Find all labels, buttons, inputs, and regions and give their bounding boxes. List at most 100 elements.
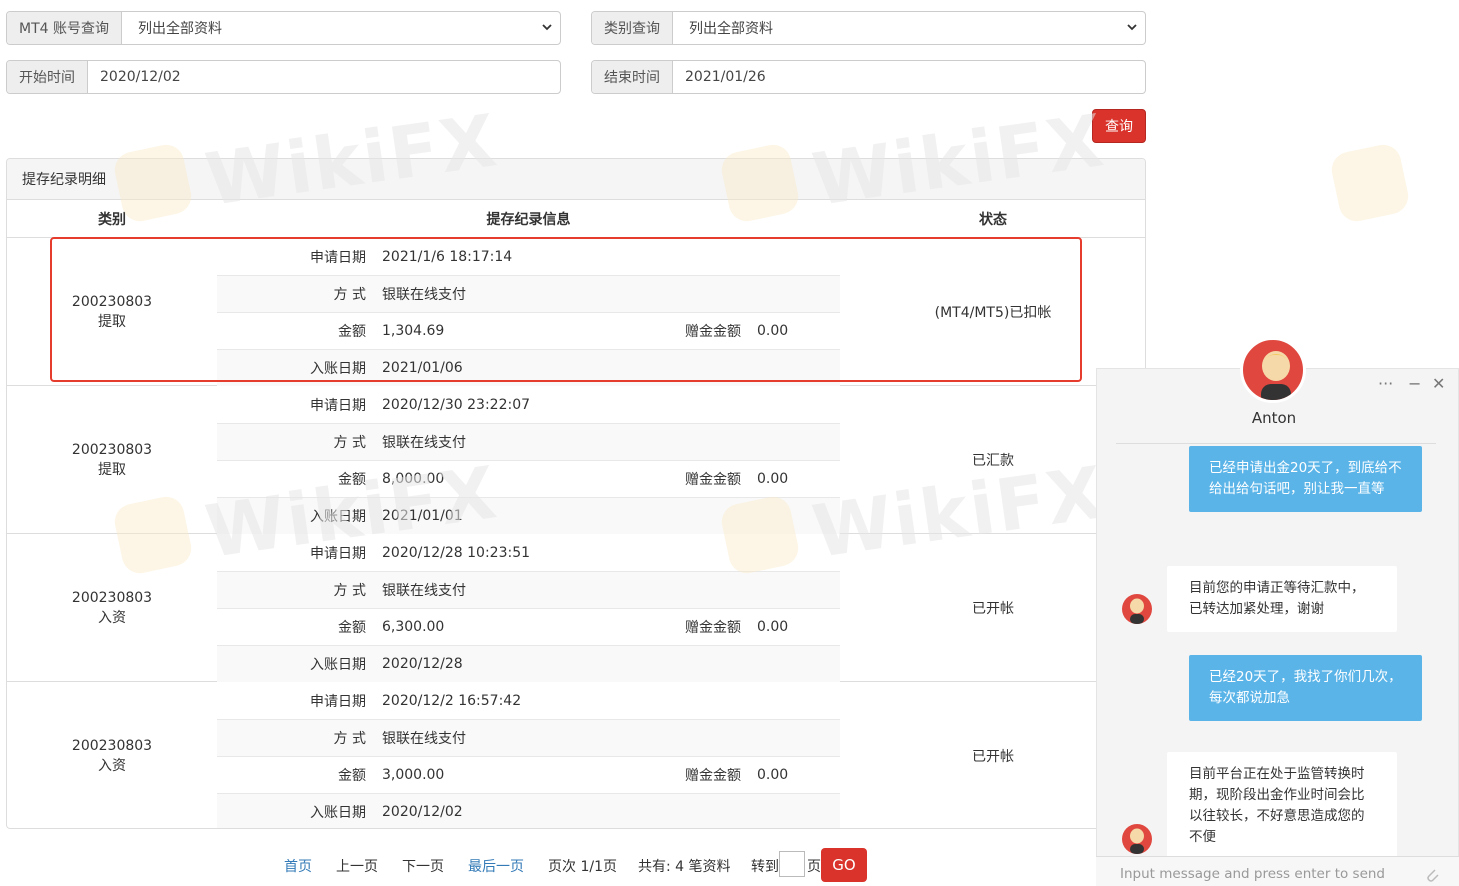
detail-label: 方 式 bbox=[333, 583, 366, 599]
record-detail-row: 入账日期 2020/12/02 bbox=[217, 793, 840, 828]
record-detail-row: 申请日期 2020/12/28 10:23:51 bbox=[217, 534, 840, 571]
record-account: 200230803 bbox=[71, 590, 153, 606]
more-icon[interactable]: ··· bbox=[1378, 374, 1393, 393]
detail-value: 银联在线支付 bbox=[382, 583, 466, 599]
pagination-page-info: 页次 1/1页 bbox=[548, 859, 617, 875]
bonus-value: 0.00 bbox=[757, 471, 789, 487]
category-select-label: 类别查询 bbox=[592, 12, 673, 44]
bonus-value: 0.00 bbox=[757, 619, 789, 635]
detail-label: 方 式 bbox=[333, 731, 366, 747]
category-select-value[interactable]: 列出全部资料 bbox=[673, 12, 1145, 44]
detail-label: 金额 bbox=[338, 472, 366, 488]
record-account: 200230803 bbox=[71, 442, 153, 458]
detail-label: 入账日期 bbox=[310, 657, 366, 673]
account-select[interactable]: MT4 账号查询 列出全部资料 bbox=[6, 11, 561, 45]
watermark-logo bbox=[1328, 141, 1412, 225]
detail-label: 申请日期 bbox=[310, 693, 366, 710]
detail-label: 金额 bbox=[338, 620, 366, 636]
highlight-box bbox=[50, 237, 1082, 382]
record-detail-row: 金额 6,300.00 赠金金额 0.00 bbox=[217, 608, 840, 645]
detail-value: 8,000.00 bbox=[382, 471, 445, 487]
detail-label: 入账日期 bbox=[310, 509, 366, 525]
panel-title: 提存纪录明细 bbox=[7, 159, 1145, 200]
go-button[interactable]: GO bbox=[821, 848, 867, 882]
pagination-last[interactable]: 最后一页 bbox=[468, 856, 524, 876]
detail-value: 2021/01/01 bbox=[382, 508, 463, 524]
pagination-page-unit: 页 bbox=[807, 859, 821, 875]
attachment-icon[interactable] bbox=[1424, 866, 1440, 884]
end-date-input[interactable]: 2021/01/26 bbox=[673, 61, 1145, 93]
agent-avatar-small bbox=[1122, 594, 1152, 624]
bonus-label: 赠金金额 bbox=[685, 620, 741, 636]
record-detail-row: 入账日期 2020/12/28 bbox=[217, 645, 840, 682]
detail-value: 2020/12/2 16:57:42 bbox=[382, 692, 522, 709]
record-category: 200230803 提取 bbox=[7, 386, 217, 534]
record-category: 200230803 入资 bbox=[7, 534, 217, 682]
account-select-label: MT4 账号查询 bbox=[7, 12, 122, 44]
chevron-down-icon bbox=[1127, 24, 1137, 31]
bonus-label: 赠金金额 bbox=[685, 472, 741, 488]
table-row: 200230803 提取 申请日期 2020/12/30 23:22:07 方 式银联在… bbox=[7, 386, 1145, 534]
detail-label: 金额 bbox=[338, 768, 366, 784]
close-icon[interactable]: ✕ bbox=[1432, 374, 1445, 393]
record-detail-row: 方 式银联在线支付 bbox=[217, 571, 840, 608]
detail-value: 2020/12/02 bbox=[382, 804, 463, 820]
bonus-label: 赠金金额 bbox=[685, 768, 741, 784]
account-select-value[interactable]: 列出全部资料 bbox=[122, 12, 560, 44]
chat-message-user: 已经申请出金20天了，到底给不给出给句话吧，别让我一直等 bbox=[1189, 446, 1422, 512]
record-type: 提取 bbox=[98, 462, 126, 478]
column-header-category: 类别 bbox=[98, 212, 126, 228]
chat-message-agent: 目前您的申请正等待汇款中，已转达加紧处理，谢谢 bbox=[1167, 566, 1397, 632]
pagination-goto-label: 转到 bbox=[751, 859, 779, 875]
detail-value: 2020/12/28 10:23:51 bbox=[382, 544, 531, 561]
chat-message-agent: 目前平台正在处于监管转换时期，现阶段出金作业时间会比以往较长，不好意思造成您的不… bbox=[1167, 752, 1397, 860]
column-header-info: 提存纪录信息 bbox=[486, 212, 571, 228]
agent-avatar bbox=[1240, 337, 1306, 403]
query-button[interactable]: 查询 bbox=[1092, 109, 1146, 143]
pagination-next[interactable]: 下一页 bbox=[402, 856, 444, 876]
record-detail-row: 金额 3,000.00 赠金金额 0.00 bbox=[217, 756, 840, 793]
detail-label: 方 式 bbox=[333, 435, 366, 451]
record-type: 入资 bbox=[98, 758, 126, 774]
chat-message-input[interactable]: Input message and press enter to send bbox=[1096, 856, 1459, 886]
detail-value: 2020/12/28 bbox=[382, 656, 463, 672]
goto-page-input[interactable] bbox=[779, 851, 805, 877]
record-account: 200230803 bbox=[71, 738, 153, 754]
record-type: 入资 bbox=[98, 610, 126, 626]
detail-value: 银联在线支付 bbox=[382, 731, 466, 747]
detail-value: 银联在线支付 bbox=[382, 435, 466, 451]
detail-label: 申请日期 bbox=[310, 545, 366, 562]
record-detail-row: 方 式银联在线支付 bbox=[217, 719, 840, 756]
chevron-down-icon bbox=[542, 24, 552, 31]
start-date-label: 开始时间 bbox=[7, 61, 88, 93]
chat-divider bbox=[1116, 443, 1436, 444]
pagination-first[interactable]: 首页 bbox=[284, 856, 312, 876]
person-icon bbox=[1130, 598, 1144, 624]
detail-value: 3,000.00 bbox=[382, 767, 445, 783]
record-category: 200230803 入资 bbox=[7, 682, 217, 828]
record-detail-row: 方 式银联在线支付 bbox=[217, 423, 840, 460]
pagination-prev[interactable]: 上一页 bbox=[336, 856, 378, 876]
record-detail-row: 申请日期 2020/12/2 16:57:42 bbox=[217, 682, 840, 719]
detail-value: 2020/12/30 23:22:07 bbox=[382, 396, 531, 413]
category-select[interactable]: 类别查询 列出全部资料 bbox=[591, 11, 1146, 45]
column-header-status: 状态 bbox=[979, 212, 1007, 228]
start-date-input[interactable]: 2020/12/02 bbox=[88, 61, 560, 93]
minimize-icon[interactable]: − bbox=[1408, 374, 1421, 393]
agent-name: Anton bbox=[1251, 409, 1297, 427]
detail-label: 入账日期 bbox=[310, 805, 366, 821]
person-icon bbox=[1130, 828, 1144, 854]
bonus-value: 0.00 bbox=[757, 767, 789, 783]
start-date-field[interactable]: 开始时间 2020/12/02 bbox=[6, 60, 561, 94]
detail-label: 申请日期 bbox=[310, 397, 366, 414]
pagination-total: 共有: 4 笔资料 bbox=[638, 859, 731, 875]
agent-avatar-small bbox=[1122, 824, 1152, 854]
end-date-label: 结束时间 bbox=[592, 61, 673, 93]
table-row: 200230803 入资 申请日期 2020/12/28 10:23:51 方 式银联在… bbox=[7, 534, 1145, 682]
end-date-field[interactable]: 结束时间 2021/01/26 bbox=[591, 60, 1146, 94]
table-row: 200230803 入资 申请日期 2020/12/2 16:57:42 方 式银联在线… bbox=[7, 682, 1145, 828]
record-detail-row: 金额 8,000.00 赠金金额 0.00 bbox=[217, 460, 840, 497]
detail-value: 6,300.00 bbox=[382, 619, 445, 635]
chat-message-user: 已经20天了，我找了你们几次，每次都说加急 bbox=[1189, 655, 1422, 721]
record-detail-row: 入账日期 2021/01/01 bbox=[217, 497, 840, 534]
